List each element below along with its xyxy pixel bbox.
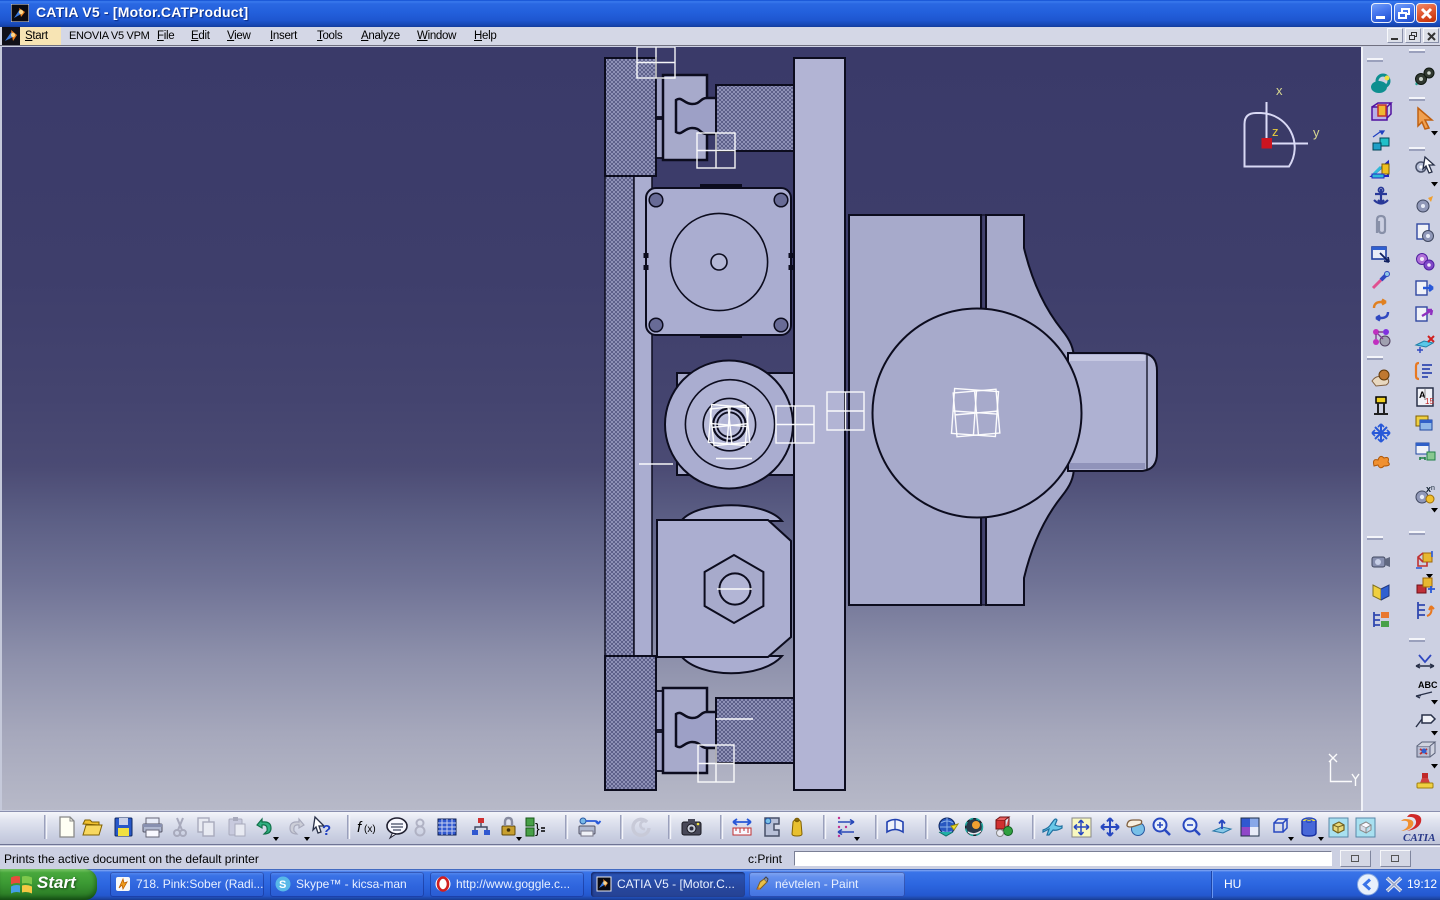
svg-text:S: S [279, 879, 286, 891]
svg-text:15: 15 [1425, 397, 1434, 406]
svg-text:ABC: ABC [1418, 680, 1438, 690]
svg-text:}: } [535, 820, 540, 836]
svg-text:n: n [1431, 485, 1435, 492]
svg-text:CATIA: CATIA [1403, 832, 1435, 844]
svg-text:x: x [1276, 83, 1283, 98]
svg-text:(x): (x) [364, 824, 376, 835]
svg-text:f: f [357, 819, 363, 836]
svg-text:z: z [1272, 124, 1279, 139]
svg-text:y: y [1313, 125, 1320, 140]
svg-text:?: ? [322, 822, 331, 839]
